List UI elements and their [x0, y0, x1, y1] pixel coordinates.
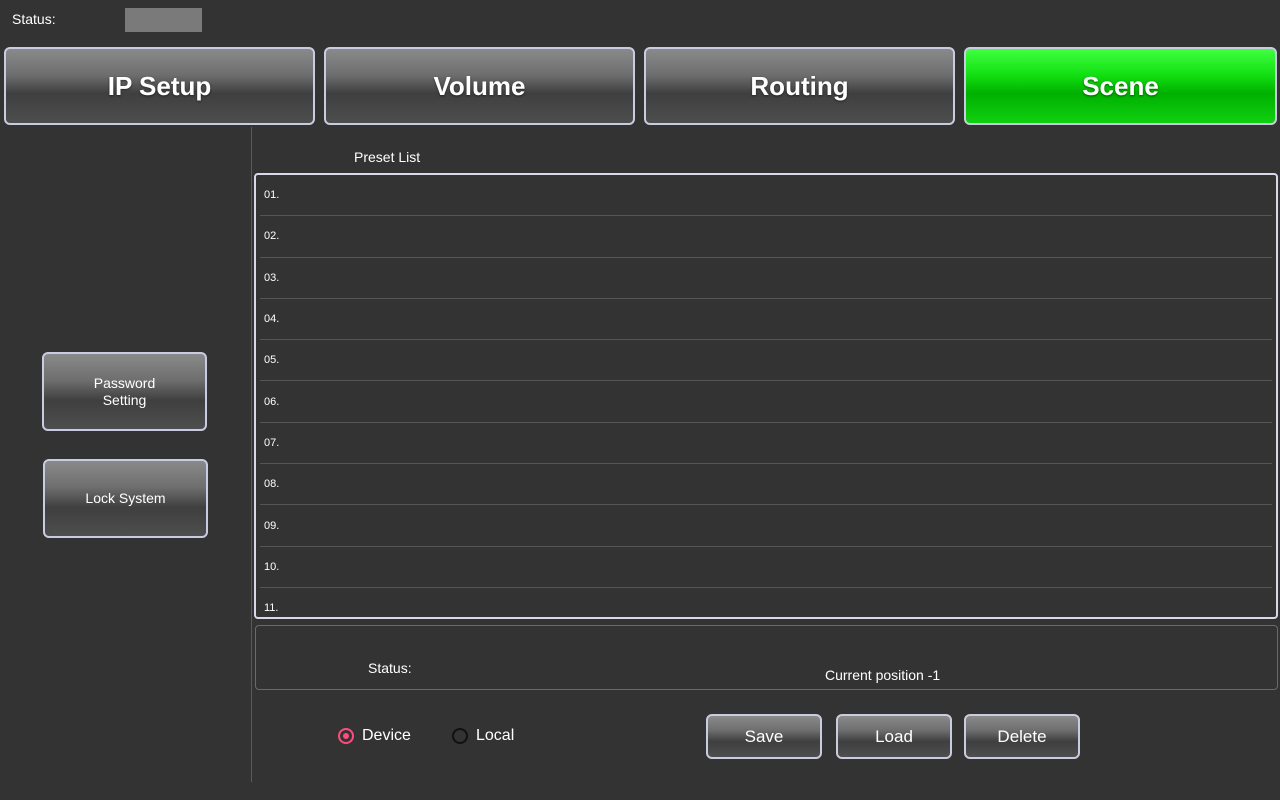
preset-row[interactable]: 01.: [260, 175, 1272, 217]
sidebar-divider: [251, 127, 252, 782]
radio-checked-icon[interactable]: [338, 728, 354, 744]
delete-button[interactable]: Delete: [964, 714, 1080, 759]
preset-list[interactable]: 01. 02. 03. 04. 05. 06. 07. 08. 09. 10. …: [254, 173, 1278, 619]
local-radio-option[interactable]: Local: [452, 727, 514, 745]
preset-row[interactable]: 09.: [260, 505, 1272, 547]
tab-ip-setup[interactable]: IP Setup: [4, 47, 315, 125]
status-label: Status:: [368, 660, 412, 676]
preset-row[interactable]: 07.: [260, 423, 1272, 465]
save-button[interactable]: Save: [706, 714, 822, 759]
top-status-indicator: [125, 8, 202, 32]
device-radio-label: Device: [362, 727, 411, 744]
lock-system-button[interactable]: Lock System: [43, 459, 208, 538]
preset-row[interactable]: 11.: [260, 588, 1272, 617]
password-setting-button[interactable]: Password Setting: [42, 352, 207, 431]
tab-routing[interactable]: Routing: [644, 47, 955, 125]
preset-row[interactable]: 10.: [260, 547, 1272, 588]
preset-row[interactable]: 06.: [260, 381, 1272, 423]
preset-row[interactable]: 02.: [260, 216, 1272, 258]
preset-row[interactable]: 05.: [260, 340, 1272, 382]
preset-row[interactable]: 03.: [260, 258, 1272, 299]
device-radio-option[interactable]: Device: [338, 727, 411, 745]
current-position-text: Current position -1: [825, 667, 941, 683]
tab-scene[interactable]: Scene: [964, 47, 1277, 125]
load-button[interactable]: Load: [836, 714, 952, 759]
tab-volume[interactable]: Volume: [324, 47, 635, 125]
top-status-label: Status:: [12, 11, 56, 27]
status-panel: [255, 625, 1278, 690]
radio-unchecked-icon[interactable]: [452, 728, 468, 744]
preset-list-title: Preset List: [354, 149, 421, 165]
local-radio-label: Local: [476, 727, 515, 744]
preset-row[interactable]: 08.: [260, 464, 1272, 506]
preset-row[interactable]: 04.: [260, 299, 1272, 341]
